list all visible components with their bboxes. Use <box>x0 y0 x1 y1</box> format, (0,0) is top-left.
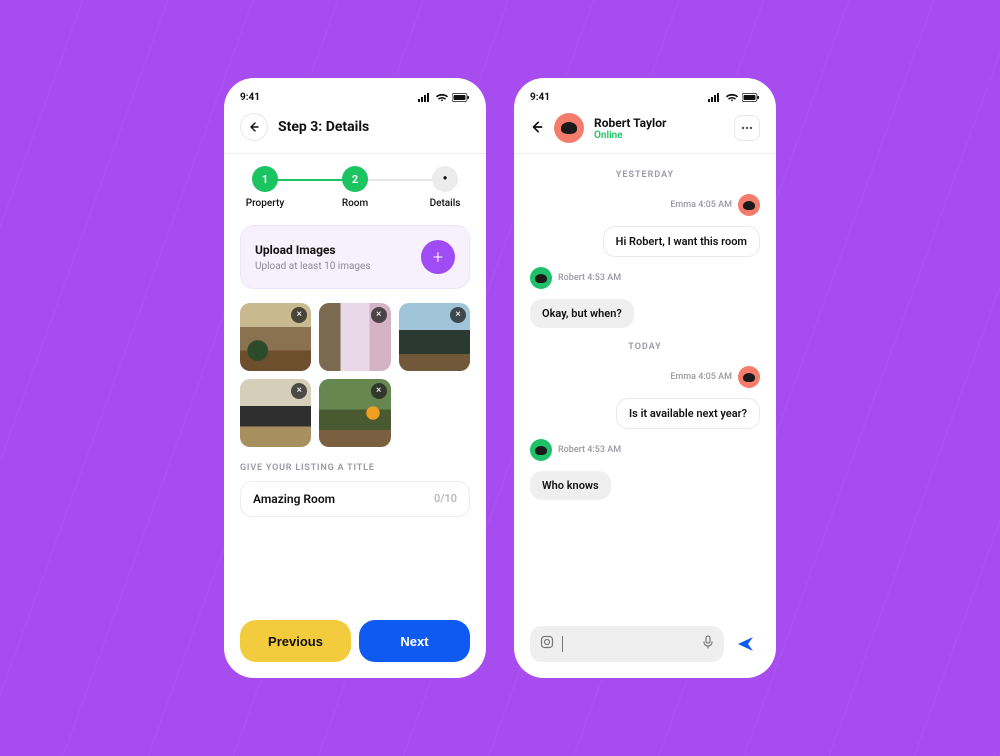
message-bubble-sent[interactable]: Is it available next year? <box>616 398 760 429</box>
message-bubble-received[interactable]: Okay, but when? <box>530 299 634 328</box>
image-thumbnail[interactable]: × <box>240 303 311 371</box>
sender-avatar <box>530 439 552 461</box>
message-bubble-sent[interactable]: Hi Robert, I want this room <box>603 226 760 257</box>
image-thumbnail[interactable]: × <box>319 379 390 447</box>
wifi-icon <box>436 93 448 102</box>
contact-avatar[interactable] <box>554 113 584 143</box>
previous-button[interactable]: Previous <box>240 620 351 662</box>
listing-details-screen: 9:41 Step 3: Details 1 Property 2 Room D… <box>224 78 486 678</box>
image-thumbnail[interactable]: × <box>240 379 311 447</box>
image-thumbnail[interactable]: × <box>319 303 390 371</box>
back-button[interactable] <box>240 113 268 141</box>
step-details[interactable]: Details <box>420 166 470 209</box>
page-header: Step 3: Details <box>240 113 470 141</box>
day-separator: TODAY <box>530 342 760 352</box>
wifi-icon <box>726 93 738 102</box>
footer-buttons: Previous Next <box>240 620 470 662</box>
text-cursor <box>562 636 563 652</box>
message-author-time: Emma 4:05 AM <box>670 372 732 382</box>
battery-icon <box>742 93 760 102</box>
contact-info[interactable]: Robert Taylor Online <box>594 116 666 141</box>
message-author-time: Emma 4:05 AM <box>670 200 732 210</box>
section-label: GIVE YOUR LISTING A TITLE <box>240 463 470 473</box>
image-thumbnail[interactable]: × <box>399 303 470 371</box>
cellular-icon <box>418 93 432 102</box>
clock: 9:41 <box>530 92 550 103</box>
chat-screen: 9:41 Robert Taylor Online YESTERDAY Emma… <box>514 78 776 678</box>
step-circle: 2 <box>342 166 368 192</box>
divider <box>514 153 776 154</box>
step-label: Property <box>246 198 284 209</box>
cellular-icon <box>708 93 722 102</box>
arrow-left-icon <box>530 120 544 134</box>
clock: 9:41 <box>240 92 260 103</box>
listing-title-value: Amazing Room <box>253 492 335 506</box>
divider <box>224 153 486 154</box>
contact-status: Online <box>594 130 666 141</box>
status-icons <box>708 93 760 102</box>
add-image-button[interactable]: + <box>421 240 455 274</box>
remove-image-button[interactable]: × <box>450 307 466 323</box>
remove-image-button[interactable]: × <box>291 383 307 399</box>
battery-icon <box>452 93 470 102</box>
stepper: 1 Property 2 Room Details <box>240 166 470 209</box>
next-button[interactable]: Next <box>359 620 470 662</box>
step-label: Details <box>430 198 461 209</box>
sender-avatar <box>738 194 760 216</box>
message-bubble-received[interactable]: Who knows <box>530 471 611 500</box>
step-circle <box>432 166 458 192</box>
sender-avatar <box>738 366 760 388</box>
sender-avatar <box>530 267 552 289</box>
day-separator: YESTERDAY <box>530 170 760 180</box>
arrow-left-icon <box>248 121 260 133</box>
ellipsis-icon <box>741 126 753 130</box>
step-room[interactable]: 2 Room <box>330 166 380 209</box>
contact-name: Robert Taylor <box>594 116 666 130</box>
chat-header: Robert Taylor Online <box>530 113 760 143</box>
char-counter: 0/10 <box>434 492 457 505</box>
more-options-button[interactable] <box>734 115 760 141</box>
step-label: Room <box>342 198 368 209</box>
image-grid: × × × × × <box>240 303 470 447</box>
remove-image-button[interactable]: × <box>291 307 307 323</box>
message-meta: Robert 4:53 AM <box>530 439 760 461</box>
send-icon <box>736 634 756 654</box>
status-bar: 9:41 <box>240 92 470 103</box>
attachment-icon[interactable] <box>540 635 554 653</box>
message-author-time: Robert 4:53 AM <box>558 273 621 283</box>
send-button[interactable] <box>732 630 760 658</box>
remove-image-button[interactable]: × <box>371 307 387 323</box>
upload-subtitle: Upload at least 10 images <box>255 261 371 272</box>
message-author-time: Robert 4:53 AM <box>558 445 621 455</box>
step-circle: 1 <box>252 166 278 192</box>
remove-image-button[interactable]: × <box>371 383 387 399</box>
page-title: Step 3: Details <box>278 119 369 135</box>
step-property[interactable]: 1 Property <box>240 166 290 209</box>
message-input[interactable] <box>530 626 724 662</box>
status-bar: 9:41 <box>530 92 760 103</box>
listing-title-input[interactable]: Amazing Room 0/10 <box>240 481 470 517</box>
upload-card: Upload Images Upload at least 10 images … <box>240 225 470 289</box>
status-icons <box>418 93 470 102</box>
back-button[interactable] <box>530 119 544 138</box>
upload-title: Upload Images <box>255 243 371 257</box>
mic-icon[interactable] <box>702 635 714 653</box>
message-meta: Emma 4:05 AM <box>530 366 760 388</box>
message-meta: Emma 4:05 AM <box>530 194 760 216</box>
message-meta: Robert 4:53 AM <box>530 267 760 289</box>
chat-body: YESTERDAY Emma 4:05 AM Hi Robert, I want… <box>530 166 760 616</box>
chat-input-bar <box>530 626 760 662</box>
